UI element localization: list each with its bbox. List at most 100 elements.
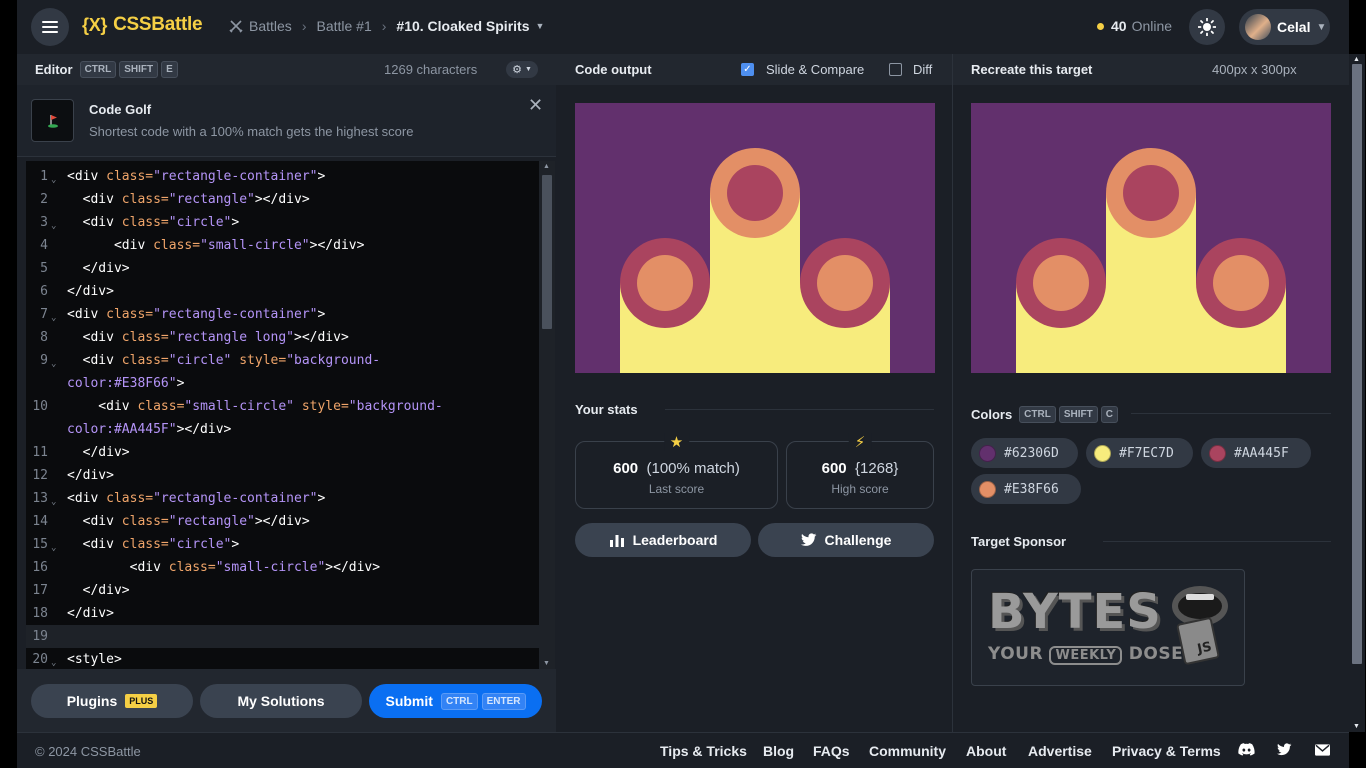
diff-checkbox[interactable] [889,63,902,76]
chevron-down-icon[interactable]: ▼ [535,21,544,31]
scroll-down-icon[interactable]: ▼ [1353,723,1360,730]
code-line[interactable]: color:#AA445F"></div> [26,418,539,441]
shortcut-key: CTRL [440,692,478,710]
last-score-card: ★ 600 (100% match) Last score [575,433,778,509]
logo[interactable]: {X} CSSBattle [82,14,203,36]
code-editor[interactable]: 1 ⌄ <div class="rectangle-container"> 2 <di… [26,161,539,669]
line-number: 8 [40,330,48,345]
code-line[interactable]: 2 <div class="rectangle"></div> [26,188,539,211]
footer-link-about[interactable]: About [966,743,1006,759]
code-line[interactable]: 14 <div class="rectangle"></div> [26,510,539,533]
close-icon[interactable]: ✕ [528,95,543,116]
my-solutions-button[interactable]: My Solutions [200,684,362,718]
shortcut-key: SHIFT [1058,406,1098,423]
code-line[interactable]: 4 <div class="small-circle"></div> [26,234,539,257]
code-text: <div class="small-circle" style="backgro… [67,399,443,414]
crumb-battles[interactable]: Battles [249,18,292,34]
color-swatch[interactable]: #AA445F [1201,438,1311,468]
code-line[interactable]: 18 </div> [26,602,539,625]
code-line[interactable]: 15 ⌄ <div class="circle"> [26,533,539,556]
logo-text: CSSBattle [113,14,203,35]
scroll-up-icon[interactable]: ▲ [1353,56,1360,63]
code-line[interactable]: 13 ⌄ <div class="rectangle-container"> [26,487,539,510]
last-score-value: 600 (100% match) [613,460,740,477]
bar-chart-icon [609,535,624,547]
code-line[interactable]: 7 ⌄ <div class="rectangle-container"> [26,303,539,326]
shortcut-key: CTRL [79,61,117,78]
challenge-button[interactable]: Challenge [758,523,934,557]
footer-link-community[interactable]: Community [869,743,946,759]
editor-scrollbar[interactable]: ▲ ▼ [539,161,555,669]
menu-button[interactable] [31,8,69,46]
scrollbar-thumb[interactable] [542,175,552,329]
breadcrumb: Battles › Battle #1 › #10. Cloaked Spiri… [229,18,544,34]
code-line[interactable]: 17 </div> [26,579,539,602]
footer-link-advertise[interactable]: Advertise [1028,743,1092,759]
crumb-current[interactable]: #10. Cloaked Spirits [396,18,529,34]
leaderboard-label: Leaderboard [632,532,718,548]
color-dot [1209,444,1226,462]
line-number: 7 [40,307,48,322]
target-image[interactable] [971,103,1331,373]
code-line[interactable]: color:#E38F66"> [26,372,539,395]
code-line[interactable]: 16 <div class="small-circle"></div> [26,556,539,579]
scroll-down-icon[interactable]: ▼ [543,660,550,667]
code-line[interactable]: 3 ⌄ <div class="circle"> [26,211,539,234]
code-text: <div class="small-circle"></div> [67,238,365,253]
code-text: <div class="circle"> [67,537,240,552]
code-line[interactable]: 6 </div> [26,280,539,303]
color-dot [1094,444,1111,462]
code-line[interactable]: 12 </div> [26,464,539,487]
colors-title: Colors CTRL SHIFT C [971,406,1118,423]
code-line[interactable]: 20 ⌄ <style> [26,648,539,669]
hamburger-icon [42,21,58,33]
code-line[interactable]: 9 ⌄ <div class="circle" style="background… [26,349,539,372]
editor-settings-button[interactable]: ⚙ ▼ [506,61,538,78]
leaderboard-button[interactable]: Leaderboard [575,523,751,557]
sponsor-banner[interactable]: BYTES YOUR WEEKLY DOSE OF JS [971,569,1245,686]
editor-header: Editor CTRL SHIFT E 1269 characters ⚙ ▼ [17,54,556,85]
stats-title: Your stats [575,402,638,417]
code-line[interactable]: 19 [26,625,539,648]
code-line[interactable]: 5 </div> [26,257,539,280]
golf-flag-icon [31,99,74,142]
code-text: </div> [67,284,114,299]
online-label: Online [1131,18,1173,34]
mail-icon[interactable] [1315,743,1330,759]
scroll-up-icon[interactable]: ▲ [543,163,550,170]
code-text: </div> [67,445,130,460]
code-text: </div> [67,468,114,483]
code-line[interactable]: 1 ⌄ <div class="rectangle-container"> [26,165,539,188]
color-swatch[interactable]: #E38F66 [971,474,1081,504]
plugins-button[interactable]: Plugins PLUS [31,684,193,718]
footer-link-faqs[interactable]: FAQs [813,743,850,759]
plugins-label: Plugins [66,693,118,709]
code-line[interactable]: 10 <div class="small-circle" style="back… [26,395,539,418]
footer-link-privacy[interactable]: Privacy & Terms [1112,743,1221,759]
submit-button[interactable]: Submit CTRL ENTER [369,684,542,718]
diff-label[interactable]: Diff [913,62,932,77]
code-output-canvas[interactable] [575,103,935,373]
target-panel: Recreate this target 400px x 300px Color… [953,54,1349,732]
crumb-battle[interactable]: Battle #1 [316,18,371,34]
footer-link-blog[interactable]: Blog [763,743,794,759]
page-scrollbar[interactable]: ▲ ▼ [1349,54,1365,732]
discord-icon[interactable] [1238,743,1255,759]
scrollbar-thumb[interactable] [1352,64,1362,664]
color-swatch[interactable]: #62306D [971,438,1078,468]
slide-compare-checkbox[interactable]: ✓ [741,63,754,76]
theme-toggle-button[interactable] [1189,9,1225,45]
shortcut-key: ENTER [481,692,526,710]
color-swatch[interactable]: #F7EC7D [1086,438,1193,468]
slide-compare-label[interactable]: Slide & Compare [766,62,864,77]
twitter-icon[interactable] [1277,743,1292,759]
line-number: 12 [32,468,48,483]
footer-link-tips[interactable]: Tips & Tricks [660,743,747,759]
user-menu-button[interactable]: Celal ▼ [1239,9,1330,45]
code-line[interactable]: 11 </div> [26,441,539,464]
fold-chevron-icon[interactable]: ⌄ [51,652,56,669]
top-bar: {X} CSSBattle Battles › Battle #1 › #10.… [17,0,1349,54]
code-text: <div class="circle"> [67,215,240,230]
code-line[interactable]: 8 <div class="rectangle long"></div> [26,326,539,349]
line-number: 14 [32,514,48,529]
